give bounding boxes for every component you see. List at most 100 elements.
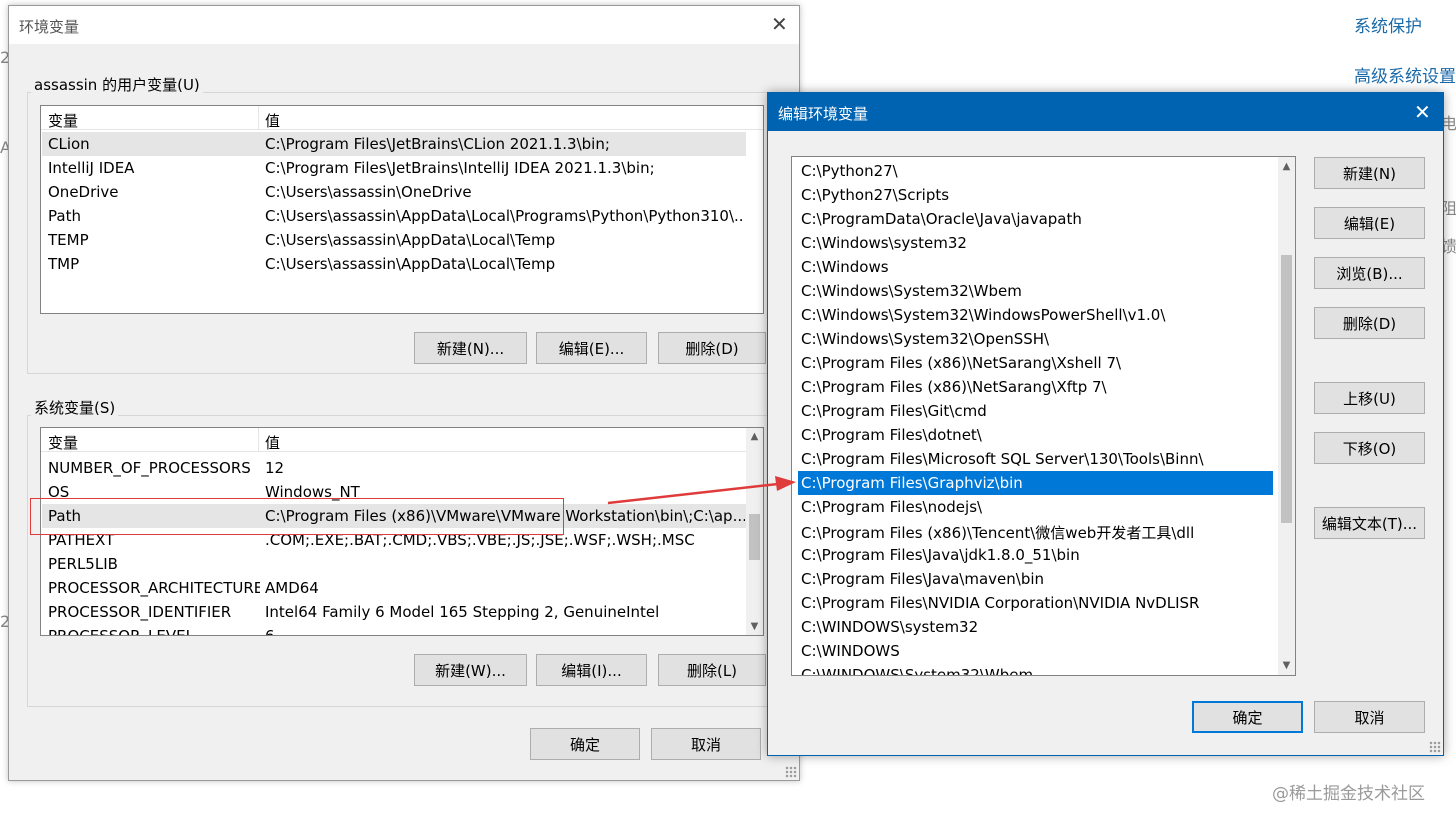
user-vars-list[interactable]: 变量 值 CLion C:\Program Files\JetBrains\CL… [40, 105, 764, 314]
env-variables-dialog: 环境变量 ✕ assassin 的用户变量(U) 变量 值 CLion C:\P… [8, 5, 800, 781]
var-value: C:\Users\assassin\AppData\Local\Temp [265, 255, 556, 273]
system-vars-label: 系统变量(S) [31, 397, 119, 418]
var-value: C:\Users\assassin\OneDrive [265, 183, 472, 201]
list-item[interactable]: C:\WINDOWS [798, 639, 1273, 663]
table-row[interactable]: IntelliJ IDEA C:\Program Files\JetBrains… [42, 156, 746, 180]
edit-text-button[interactable]: 编辑文本(T)... [1314, 507, 1425, 539]
user-edit-button[interactable]: 编辑(E)... [536, 332, 647, 364]
user-delete-button[interactable]: 删除(D) [658, 332, 766, 364]
list-item[interactable]: C:\Program Files\Java\jdk1.8.0_51\bin [798, 543, 1273, 567]
list-item[interactable]: C:\Windows\System32\Wbem [798, 279, 1273, 303]
list-header: 变量 值 [41, 428, 763, 452]
browse-button[interactable]: 浏览(B)... [1314, 257, 1425, 289]
list-header: 变量 值 [41, 106, 763, 130]
list-item[interactable]: C:\Windows\System32\WindowsPowerShell\v1… [798, 303, 1273, 327]
list-item[interactable]: C:\Windows\System32\OpenSSH\ [798, 327, 1273, 351]
scroll-down-icon[interactable]: ▼ [1278, 660, 1295, 671]
table-row[interactable]: PERL5LIB [42, 552, 746, 576]
var-value: 12 [265, 459, 285, 477]
column-header-value[interactable]: 值 [265, 432, 280, 453]
resize-grip-icon[interactable] [785, 766, 797, 778]
list-item[interactable]: C:\Program Files (x86)\Tencent\微信web开发者工… [798, 519, 1273, 543]
vertical-scrollbar[interactable]: ▲ ▼ [1278, 157, 1295, 675]
var-value: Intel64 Family 6 Model 165 Stepping 2, G… [265, 603, 660, 621]
table-row[interactable]: OneDrive C:\Users\assassin\OneDrive [42, 180, 746, 204]
table-row[interactable]: NUMBER_OF_PROCESSORS 12 [42, 456, 746, 480]
annotation-highlight-box [30, 498, 564, 535]
scroll-thumb[interactable] [1281, 255, 1292, 523]
title-bar[interactable]: 环境变量 ✕ [9, 6, 799, 44]
list-item[interactable]: C:\Program Files\Git\cmd [798, 399, 1273, 423]
close-icon[interactable]: ✕ [771, 14, 788, 34]
var-value: C:\Users\assassin\AppData\Local\Temp [265, 231, 556, 249]
list-item[interactable]: C:\Program Files\nodejs\ [798, 495, 1273, 519]
var-name: PROCESSOR_ARCHITECTURE [48, 579, 260, 597]
list-item[interactable]: C:\WINDOWS\system32 [798, 615, 1273, 639]
table-row[interactable]: PROCESSOR_LEVEL 6 [42, 624, 746, 636]
scroll-up-icon[interactable]: ▲ [746, 431, 763, 442]
var-value: C:\Program Files\JetBrains\CLion 2021.1.… [265, 135, 610, 153]
var-name: CLion [48, 135, 90, 153]
table-row[interactable]: PROCESSOR_IDENTIFIER Intel64 Family 6 Mo… [42, 600, 746, 624]
var-name: PROCESSOR_LEVEL [48, 627, 194, 636]
title-bar[interactable]: 编辑环境变量 ✕ [768, 93, 1443, 131]
var-value: C:\Users\assassin\AppData\Local\Programs… [265, 207, 745, 225]
scroll-down-icon[interactable]: ▼ [746, 621, 763, 632]
list-item[interactable]: C:\Windows\system32 [798, 231, 1273, 255]
table-row[interactable]: TMP C:\Users\assassin\AppData\Local\Temp [42, 252, 746, 276]
var-value: 6 [265, 627, 275, 636]
column-header-value[interactable]: 值 [265, 110, 280, 131]
cancel-button[interactable]: 取消 [1314, 701, 1425, 733]
advanced-system-settings-link[interactable]: 高级系统设置 [1354, 62, 1456, 87]
cancel-button[interactable]: 取消 [651, 728, 761, 760]
table-row[interactable]: PROCESSOR_ARCHITECTURE AMD64 [42, 576, 746, 600]
new-path-button[interactable]: 新建(N) [1314, 157, 1425, 189]
list-item[interactable]: C:\ProgramData\Oracle\Java\javapath [798, 207, 1273, 231]
column-header-name[interactable]: 变量 [48, 432, 78, 453]
scroll-up-icon[interactable]: ▲ [1278, 161, 1295, 172]
delete-path-button[interactable]: 删除(D) [1314, 307, 1425, 339]
move-down-button[interactable]: 下移(O) [1314, 432, 1425, 464]
user-vars-label: assassin 的用户变量(U) [31, 74, 203, 95]
list-item[interactable]: C:\Program Files (x86)\NetSarang\Xftp 7\ [798, 375, 1273, 399]
list-item[interactable]: C:\Program Files\NVIDIA Corporation\NVID… [798, 591, 1273, 615]
var-name: OneDrive [48, 183, 119, 201]
var-name: TMP [48, 255, 80, 273]
var-name: IntelliJ IDEA [48, 159, 135, 177]
user-new-button[interactable]: 新建(N)... [414, 332, 527, 364]
system-edit-button[interactable]: 编辑(I)... [536, 654, 647, 686]
edit-path-button[interactable]: 编辑(E) [1314, 207, 1425, 239]
system-delete-button[interactable]: 删除(L) [658, 654, 766, 686]
list-item[interactable]: C:\Python27\Scripts [798, 183, 1273, 207]
resize-grip-icon[interactable] [1429, 741, 1441, 753]
table-row[interactable]: Path C:\Users\assassin\AppData\Local\Pro… [42, 204, 746, 228]
list-item[interactable]: C:\WINDOWS\System32\Wbem [798, 663, 1273, 675]
close-icon[interactable]: ✕ [1414, 102, 1431, 122]
ok-button[interactable]: 确定 [1192, 701, 1303, 733]
system-new-button[interactable]: 新建(W)... [414, 654, 527, 686]
scroll-thumb[interactable] [749, 514, 760, 560]
dialog-title: 环境变量 [19, 18, 80, 36]
column-header-name[interactable]: 变量 [48, 110, 78, 131]
table-row[interactable]: TEMP C:\Users\assassin\AppData\Local\Tem… [42, 228, 746, 252]
list-item[interactable]: C:\Program Files\dotnet\ [798, 423, 1273, 447]
vertical-scrollbar[interactable]: ▲ ▼ [746, 428, 763, 635]
var-name: PERL5LIB [48, 555, 118, 573]
var-name: TEMP [48, 231, 89, 249]
list-item-selected[interactable]: C:\Program Files\Graphviz\bin [798, 471, 1273, 495]
move-up-button[interactable]: 上移(U) [1314, 382, 1425, 414]
list-item[interactable]: C:\Python27\ [798, 159, 1273, 183]
var-value: AMD64 [265, 579, 319, 597]
var-name: Path [48, 207, 81, 225]
edit-env-variable-dialog: 编辑环境变量 ✕ C:\Python27\ C:\Python27\Script… [767, 92, 1444, 756]
list-item[interactable]: C:\Program Files (x86)\NetSarang\Xshell … [798, 351, 1273, 375]
list-item[interactable]: C:\Windows [798, 255, 1273, 279]
system-protection-link[interactable]: 系统保护 [1354, 12, 1422, 37]
dialog-title: 编辑环境变量 [778, 105, 869, 123]
list-item[interactable]: C:\Program Files\Java\maven\bin [798, 567, 1273, 591]
ok-button[interactable]: 确定 [530, 728, 640, 760]
path-list[interactable]: C:\Python27\ C:\Python27\Scripts C:\Prog… [791, 156, 1296, 676]
var-name: PROCESSOR_IDENTIFIER [48, 603, 232, 621]
table-row[interactable]: CLion C:\Program Files\JetBrains\CLion 2… [42, 132, 746, 156]
list-item[interactable]: C:\Program Files\Microsoft SQL Server\13… [798, 447, 1273, 471]
